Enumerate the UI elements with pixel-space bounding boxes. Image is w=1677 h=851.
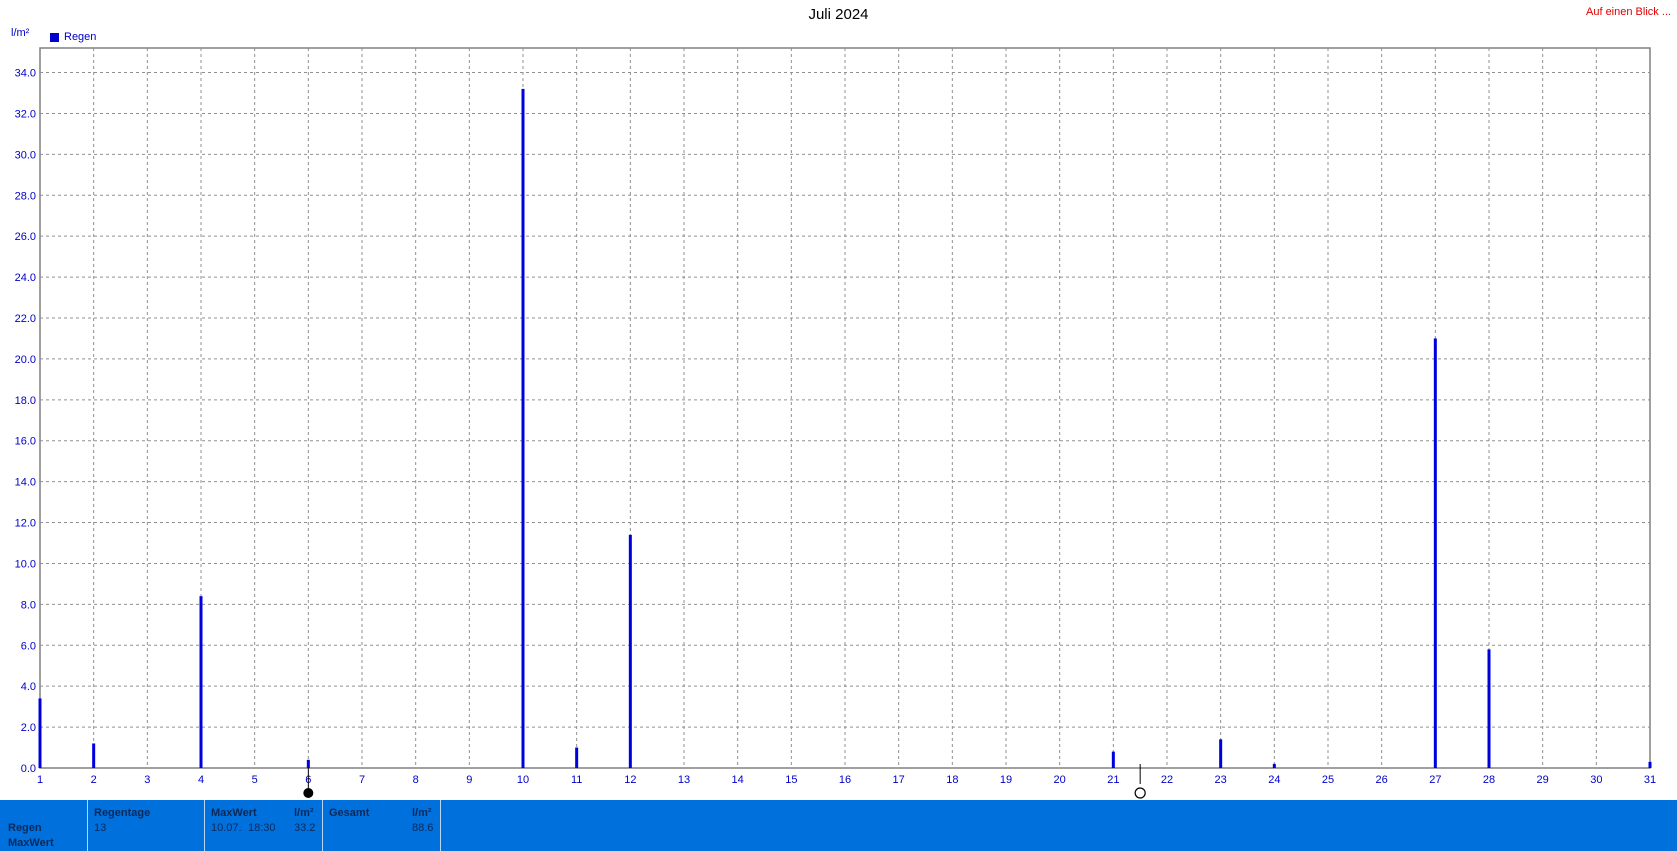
bar-regen (306, 759, 310, 768)
bar-regen (575, 747, 579, 768)
y-tick-label: 12.0 (15, 518, 36, 530)
y-tick-label: 8.0 (21, 599, 36, 611)
x-tick-label: 14 (732, 774, 744, 786)
x-tick-label: 12 (624, 774, 636, 786)
y-tick-label: 6.0 (21, 640, 36, 652)
x-tick-label: 25 (1322, 774, 1334, 786)
x-tick-label: 24 (1268, 774, 1280, 786)
row-label-maxwert: MaxWert (8, 837, 54, 849)
x-tick-label: 8 (413, 774, 419, 786)
y-tick-label: 30.0 (15, 149, 36, 161)
stats-maxwert: MaxWert l/m² 10.07. 18:30 33.2 (205, 800, 323, 851)
gesamt-value: 88.6 (412, 822, 434, 834)
stats-row-labels: Regen MaxWert (0, 800, 88, 851)
x-tick-label: 1 (37, 774, 43, 786)
x-tick-label: 5 (252, 774, 258, 786)
y-tick-label: 2.0 (21, 722, 36, 734)
maxwert-time: 18:30 (248, 822, 276, 834)
regentage-label: Regentage (94, 807, 151, 819)
y-tick-label: 22.0 (15, 313, 36, 325)
y-tick-label: 14.0 (15, 477, 36, 489)
bar-regen (521, 88, 525, 769)
x-tick-label: 30 (1590, 774, 1602, 786)
x-tick-label: 29 (1537, 774, 1549, 786)
x-tick-label: 23 (1215, 774, 1227, 786)
bar-regen (38, 698, 42, 768)
y-tick-label: 20.0 (15, 354, 36, 366)
x-tick-label: 20 (1054, 774, 1066, 786)
regentage-value: 13 (94, 822, 107, 834)
maxwert-label: MaxWert (211, 807, 257, 819)
bar-regen (199, 596, 203, 768)
x-tick-label: 9 (466, 774, 472, 786)
y-tick-label: 18.0 (15, 395, 36, 407)
bar-regen (92, 743, 96, 768)
x-tick-label: 28 (1483, 774, 1495, 786)
y-tick-label: 32.0 (15, 108, 36, 120)
x-tick-label: 22 (1161, 774, 1173, 786)
bar-regen (1487, 649, 1491, 768)
y-tick-label: 10.0 (15, 558, 36, 570)
x-tick-label: 31 (1644, 774, 1656, 786)
x-tick-label: 15 (785, 774, 797, 786)
y-tick-label: 34.0 (15, 68, 36, 80)
x-tick-label: 18 (946, 774, 958, 786)
y-tick-label: 0.0 (21, 763, 36, 775)
x-tick-label: 13 (678, 774, 690, 786)
maxwert-value: 33.2 (294, 822, 316, 834)
y-tick-label: 16.0 (15, 436, 36, 448)
y-tick-label: 26.0 (15, 231, 36, 243)
bar-regen (628, 534, 632, 768)
stats-bar: Regen MaxWert Regentage 13 MaxWert l/m² … (0, 800, 1677, 851)
x-tick-label: 7 (359, 774, 365, 786)
x-tick-label: 10 (517, 774, 529, 786)
y-tick-label: 24.0 (15, 272, 36, 284)
bar-regen (1272, 763, 1276, 768)
x-tick-label: 19 (1000, 774, 1012, 786)
row-label-regen: Regen (8, 822, 42, 834)
y-tick-label: 4.0 (21, 681, 36, 693)
maxwert-unit: l/m² (294, 807, 314, 819)
gesamt-label: Gesamt (329, 807, 370, 819)
stats-gesamt: Gesamt l/m² 88.6 (323, 800, 441, 851)
x-tick-label: 26 (1376, 774, 1388, 786)
maxwert-date: 10.07. (211, 822, 242, 834)
stats-regentage: Regentage 13 (88, 800, 205, 851)
bar-regen (1111, 751, 1115, 768)
gesamt-unit: l/m² (412, 807, 432, 819)
y-tick-label: 28.0 (15, 190, 36, 202)
x-tick-label: 4 (198, 774, 204, 786)
bar-regen (1648, 761, 1652, 768)
new-moon-icon (1134, 787, 1146, 799)
full-moon-icon (303, 788, 314, 798)
x-tick-label: 2 (91, 774, 97, 786)
bar-regen (1219, 739, 1223, 768)
x-tick-label: 3 (144, 774, 150, 786)
x-tick-label: 11 (571, 774, 582, 786)
x-tick-label: 21 (1107, 774, 1119, 786)
x-tick-label: 16 (839, 774, 851, 786)
x-tick-label: 17 (893, 774, 905, 786)
x-tick-label: 27 (1429, 774, 1441, 786)
rain-chart: 0.0 2.0 4.0 6.0 8.0 10.0 12.0 14.0 16.0 18.0 20.0 2… (15, 47, 1656, 799)
bar-regen (1433, 338, 1437, 768)
